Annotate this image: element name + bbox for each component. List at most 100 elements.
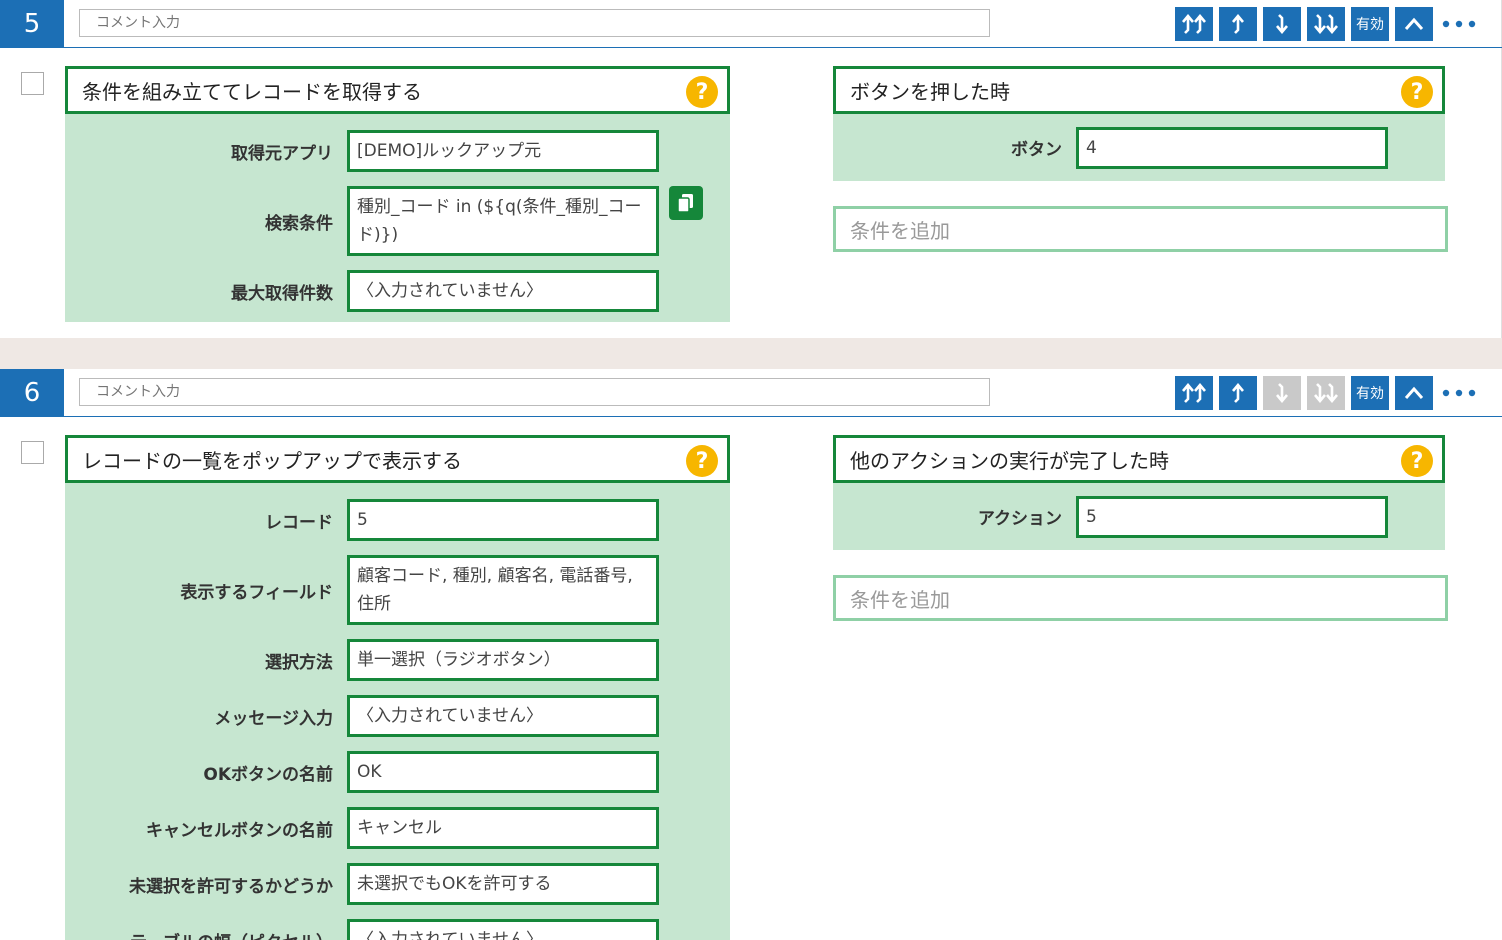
add-condition-button[interactable]: 条件を追加	[833, 206, 1448, 252]
condition-title-text: 他のアクションの実行が完了した時	[850, 448, 1169, 473]
question-icon[interactable]: ?	[686, 76, 718, 108]
field-label: 取得元アプリ	[231, 143, 333, 164]
more-menu-button[interactable]	[1439, 7, 1479, 41]
action-fields: レコード 5 表示するフィールド 顧客コード, 種別, 顧客名, 電話番号, 住…	[65, 483, 730, 940]
block-toolbar: 有効	[1175, 376, 1479, 410]
double-arrow-up-icon	[1182, 14, 1206, 34]
enabled-toggle-button[interactable]: 有効	[1351, 7, 1389, 41]
collapse-button[interactable]	[1395, 376, 1433, 410]
action-panel: 条件を組み立ててレコードを取得する ? 取得元アプリ [DEMO]ルックアップ元…	[65, 66, 730, 322]
field-row: 検索条件 種別_コード in (${q(条件_種別_コード)})	[65, 186, 730, 256]
field-value[interactable]: 種別_コード in (${q(条件_種別_コード)})	[347, 186, 659, 256]
move-down-button[interactable]	[1263, 7, 1301, 41]
action-panel: レコードの一覧をポップアップで表示する ? レコード 5 表示するフィールド 顧…	[65, 435, 730, 940]
field-value[interactable]: 〈入力されていません〉	[347, 695, 659, 737]
field-value[interactable]: 5	[347, 499, 659, 541]
field-value[interactable]: OK	[347, 751, 659, 793]
collapse-button[interactable]	[1395, 7, 1433, 41]
more-menu-button[interactable]	[1439, 376, 1479, 410]
arrow-up-icon	[1232, 383, 1244, 403]
field-label: 検索条件	[265, 213, 333, 234]
condition-title[interactable]: 他のアクションの実行が完了した時 ?	[833, 435, 1445, 483]
copy-button[interactable]	[669, 186, 703, 220]
question-icon[interactable]: ?	[686, 445, 718, 477]
field-label: 表示するフィールド	[180, 582, 333, 603]
chevron-up-icon	[1404, 386, 1424, 399]
block-toolbar: 有効	[1175, 7, 1479, 41]
field-label: 最大取得件数	[231, 283, 333, 304]
block-header: 5 コメント入力 有効	[0, 0, 1502, 48]
move-up-button[interactable]	[1219, 376, 1257, 410]
move-bottom-button[interactable]	[1307, 7, 1345, 41]
field-row: 未選択を許可するかどうか 未選択でもOKを許可する	[65, 863, 730, 905]
field-label: キャンセルボタンの名前	[146, 820, 333, 841]
action-title[interactable]: 条件を組み立ててレコードを取得する ?	[65, 66, 730, 114]
chevron-up-icon	[1404, 17, 1424, 30]
condition-fields: アクション 5	[833, 483, 1445, 550]
field-value[interactable]: 〈入力されていません〉	[347, 919, 659, 940]
action-block-5: 5 コメント入力 有効 条件を組み立ててレコードを取得する ? 取得元アプリ […	[0, 0, 1502, 338]
field-row: 最大取得件数 〈入力されていません〉	[65, 270, 730, 312]
condition-panel: 他のアクションの実行が完了した時 ? アクション 5	[833, 435, 1445, 550]
field-label: OKボタンの名前	[203, 764, 333, 785]
field-row: テーブルの幅（ピクセル） 〈入力されていません〉	[65, 919, 730, 940]
move-down-button[interactable]	[1263, 376, 1301, 410]
field-label: テーブルの幅（ピクセル）	[65, 928, 347, 940]
more-dots-icon	[1442, 389, 1476, 397]
field-row: 選択方法 単一選択（ラジオボタン）	[65, 639, 730, 681]
field-row: 取得元アプリ [DEMO]ルックアップ元	[65, 130, 730, 172]
field-label: ボタン	[1011, 140, 1062, 160]
field-value[interactable]: 顧客コード, 種別, 顧客名, 電話番号, 住所	[347, 555, 659, 625]
action-title[interactable]: レコードの一覧をポップアップで表示する ?	[65, 435, 730, 483]
field-value[interactable]: 未選択でもOKを許可する	[347, 863, 659, 905]
condition-panel: ボタンを押した時 ? ボタン 4	[833, 66, 1445, 181]
field-value[interactable]: 4	[1076, 126, 1388, 169]
field-row: 表示するフィールド 顧客コード, 種別, 顧客名, 電話番号, 住所	[65, 555, 730, 625]
arrow-down-icon	[1276, 14, 1288, 34]
arrow-down-icon	[1276, 383, 1288, 403]
condition-title[interactable]: ボタンを押した時 ?	[833, 66, 1445, 114]
question-icon[interactable]: ?	[1401, 445, 1433, 477]
block-separator	[0, 338, 1502, 369]
block-number: 6	[0, 369, 64, 417]
more-dots-icon	[1442, 20, 1476, 28]
field-label: レコード	[265, 512, 333, 533]
field-row: メッセージ入力 〈入力されていません〉	[65, 695, 730, 737]
action-title-text: レコードの一覧をポップアップで表示する	[82, 448, 462, 473]
field-row: レコード 5	[65, 499, 730, 541]
field-row: OKボタンの名前 OK	[65, 751, 730, 793]
move-bottom-button[interactable]	[1307, 376, 1345, 410]
field-value[interactable]: 〈入力されていません〉	[347, 270, 659, 312]
add-condition-button[interactable]: 条件を追加	[833, 575, 1448, 621]
field-value[interactable]: [DEMO]ルックアップ元	[347, 130, 659, 172]
select-checkbox[interactable]	[21, 72, 44, 95]
double-arrow-up-icon	[1182, 383, 1206, 403]
field-label: メッセージ入力	[214, 708, 333, 729]
field-value[interactable]: 単一選択（ラジオボタン）	[347, 639, 659, 681]
arrow-up-icon	[1232, 14, 1244, 34]
field-value[interactable]: キャンセル	[347, 807, 659, 849]
comment-input[interactable]	[79, 9, 990, 37]
copy-icon	[677, 194, 693, 213]
enabled-toggle-button[interactable]: 有効	[1351, 376, 1389, 410]
condition-title-text: ボタンを押した時	[850, 79, 1010, 104]
field-label: アクション	[977, 509, 1062, 529]
comment-input[interactable]	[79, 378, 990, 406]
action-fields: 取得元アプリ [DEMO]ルックアップ元 検索条件 種別_コード in (${q…	[65, 114, 730, 322]
action-title-text: 条件を組み立ててレコードを取得する	[82, 79, 422, 104]
double-arrow-down-icon	[1314, 383, 1338, 403]
field-label: 未選択を許可するかどうか	[129, 876, 333, 897]
move-top-button[interactable]	[1175, 376, 1213, 410]
field-row: キャンセルボタンの名前 キャンセル	[65, 807, 730, 849]
select-checkbox[interactable]	[21, 441, 44, 464]
double-arrow-down-icon	[1314, 14, 1338, 34]
block-header: 6 コメント入力 有効	[0, 369, 1502, 417]
field-label: 選択方法	[265, 652, 333, 673]
block-number: 5	[0, 0, 64, 48]
question-icon[interactable]: ?	[1401, 76, 1433, 108]
action-block-6: 6 コメント入力 有効 レコードの一覧をポップアップで表示する ? レコード 5…	[0, 369, 1502, 940]
condition-fields: ボタン 4	[833, 114, 1445, 181]
field-value[interactable]: 5	[1076, 495, 1388, 538]
move-up-button[interactable]	[1219, 7, 1257, 41]
move-top-button[interactable]	[1175, 7, 1213, 41]
